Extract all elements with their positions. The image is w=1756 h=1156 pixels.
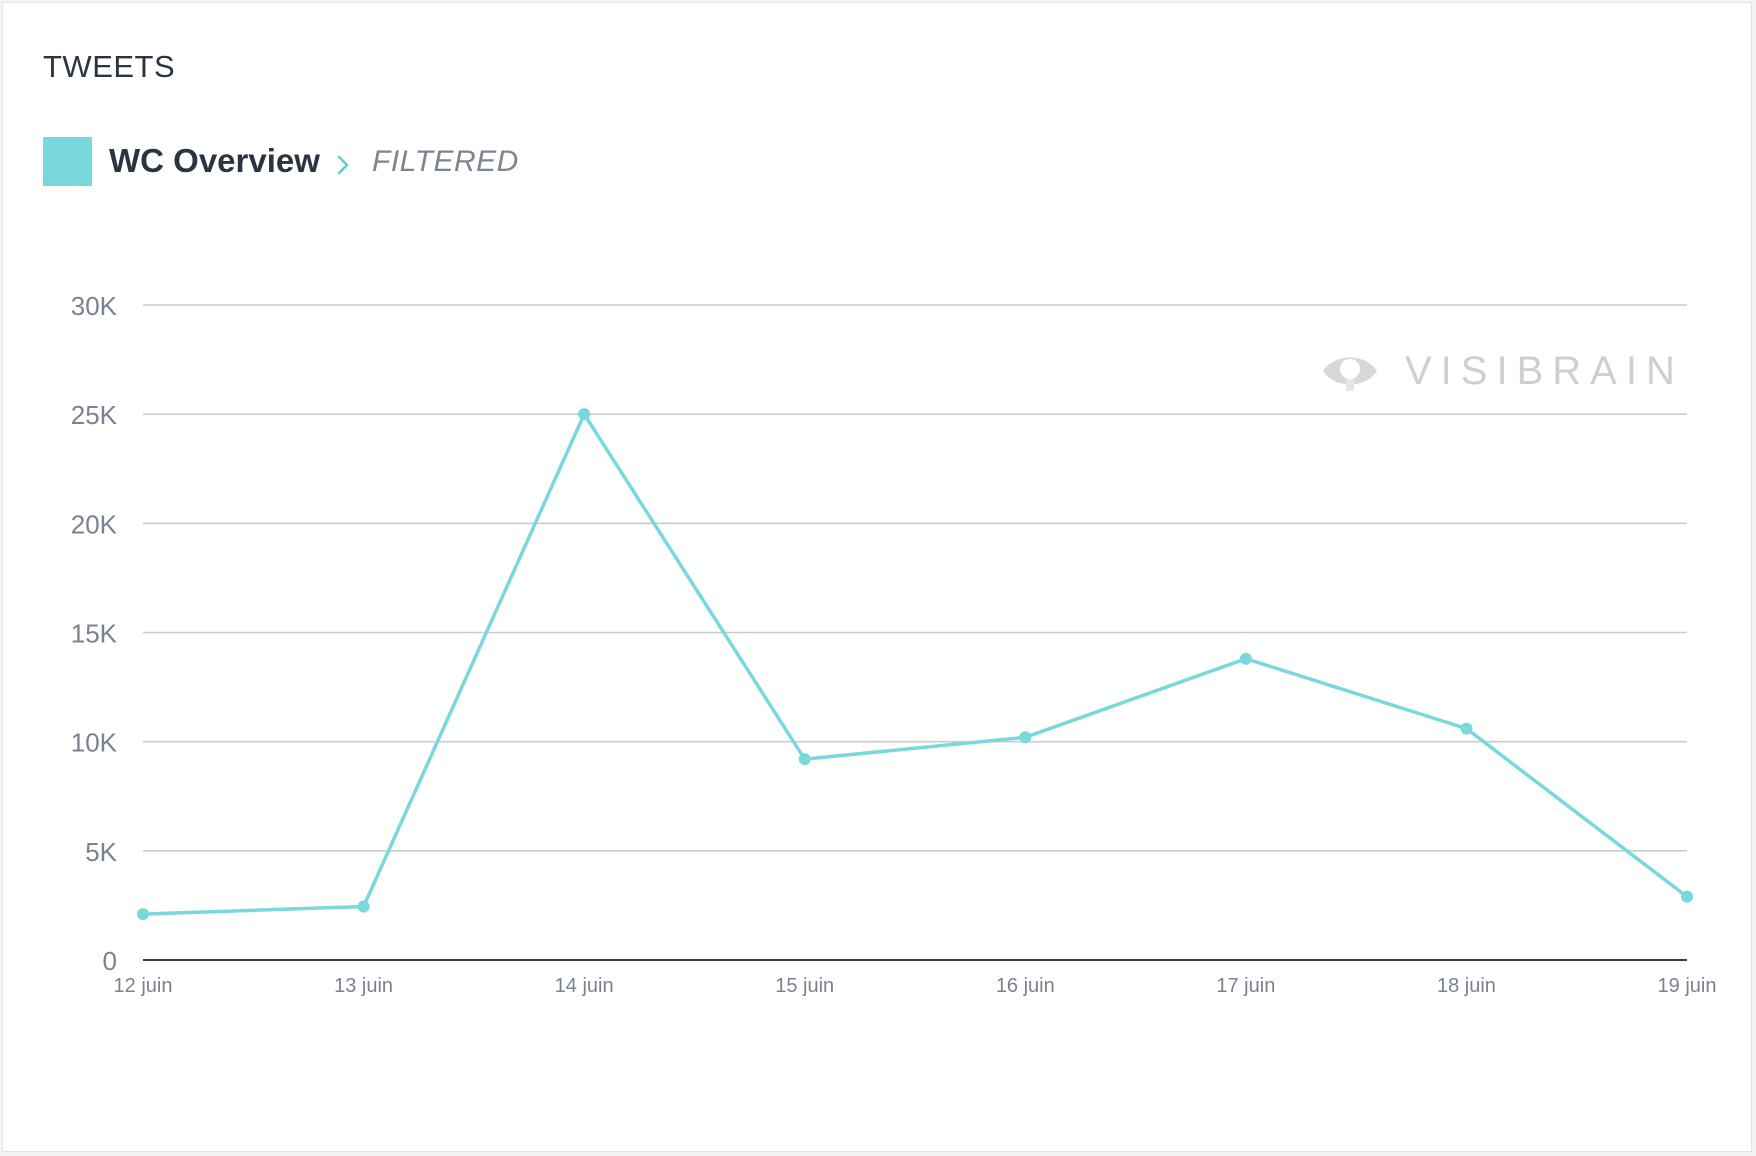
grid-lines <box>143 304 1687 852</box>
x-tick-label: 12 juin <box>114 975 173 997</box>
data-point <box>1460 722 1473 735</box>
tweets-panel: TWEETS WC Overview FILTERED VISIBRAIN 05… <box>2 2 1752 1152</box>
data-point <box>1019 731 1032 744</box>
data-point <box>1681 890 1693 903</box>
x-tick-label: 16 juin <box>996 975 1055 997</box>
data-point <box>578 408 591 421</box>
x-tick-label: 18 juin <box>1437 975 1496 997</box>
x-axis-ticks: 12 juin 13 juin 14 juin 15 juin 16 juin 17 ju… <box>114 975 1717 997</box>
x-tick-label: 14 juin <box>555 975 614 997</box>
series-line <box>141 412 1689 916</box>
y-tick-label: 25K <box>71 400 118 430</box>
data-point <box>1239 652 1252 665</box>
y-tick-label: 15K <box>71 619 118 649</box>
x-tick-label: 15 juin <box>775 975 834 997</box>
y-axis-ticks: 0 5K 10K 15K 20K 25K 30K <box>71 291 118 976</box>
x-tick-label: 13 juin <box>334 975 393 997</box>
y-tick-label: 0 <box>103 946 117 976</box>
x-tick-label: 19 juin <box>1658 975 1717 997</box>
data-point <box>357 900 370 913</box>
data-point <box>137 908 149 921</box>
line-chart: 05K10K15K20K25K30K12 juin 13 juin 14 juin 1… <box>71 291 1717 997</box>
series-wc-overview <box>137 408 1693 921</box>
data-point <box>798 753 811 766</box>
y-tick-label: 5K <box>85 837 117 867</box>
y-tick-label: 20K <box>71 509 118 539</box>
y-tick-label: 10K <box>71 728 118 758</box>
y-tick-label: 30K <box>71 291 118 321</box>
x-tick-label: 17 juin <box>1216 975 1275 997</box>
